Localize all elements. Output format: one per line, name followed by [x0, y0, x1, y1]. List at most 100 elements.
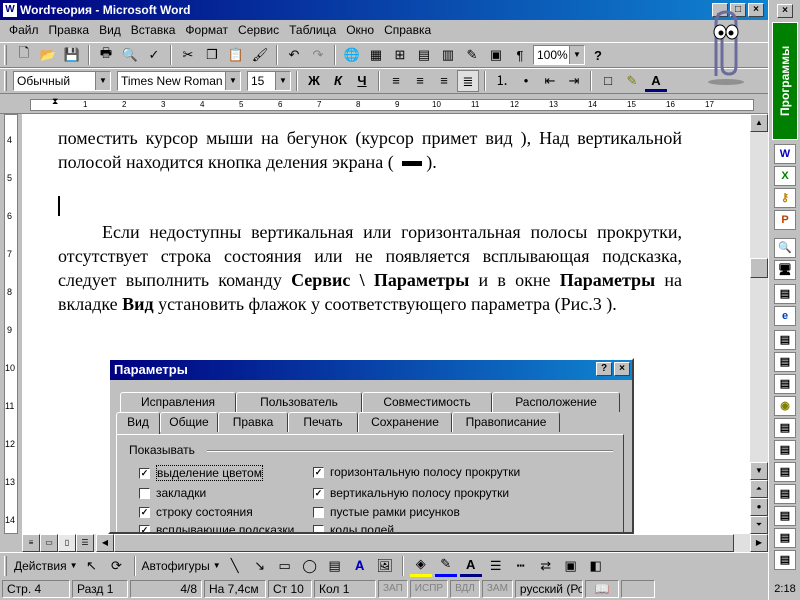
word-shortcut-icon[interactable]: W — [774, 144, 796, 164]
oval-icon[interactable]: ◯ — [299, 555, 321, 577]
line-color-icon[interactable]: ✎ — [434, 555, 457, 577]
internet-explorer-shortcut-icon[interactable]: e — [774, 306, 796, 326]
scroll-up-icon[interactable]: ▲ — [750, 114, 768, 132]
new-document-icon[interactable]: 🗋 — [13, 44, 35, 66]
tab-print[interactable]: Печать — [288, 412, 358, 432]
help-icon[interactable]: ? — [587, 44, 609, 66]
word-app-icon[interactable]: W — [3, 3, 17, 17]
rectangle-icon[interactable]: ▭ — [274, 555, 296, 577]
excel-shortcut-icon[interactable]: X — [774, 166, 796, 186]
checkbox-box[interactable] — [313, 506, 324, 518]
borders-icon[interactable]: □ — [597, 70, 619, 92]
font-size-select[interactable]: 15 ▼ — [247, 71, 291, 91]
show-formatting-icon[interactable]: ¶ — [509, 44, 531, 66]
tables-borders-icon[interactable]: ▦ — [365, 44, 387, 66]
bold-button[interactable]: Ж — [303, 70, 325, 92]
scroll-right-icon[interactable]: ▶ — [750, 534, 768, 552]
menu-file[interactable]: Файл — [4, 23, 44, 37]
align-center-icon[interactable]: ≡ — [409, 70, 431, 92]
font-color-button[interactable]: A — [645, 70, 667, 92]
text-box-icon[interactable]: ▤ — [324, 555, 346, 577]
font-select[interactable]: Times New Roman ▼ — [117, 71, 241, 91]
paste-icon[interactable]: 📋 — [225, 44, 247, 66]
copy-icon[interactable]: ❐ — [201, 44, 223, 66]
explorer-shortcut-icon[interactable]: 🖥 — [774, 260, 796, 280]
drawing-font-color-button[interactable]: A — [459, 555, 482, 577]
menu-table[interactable]: Таблица — [284, 23, 341, 37]
dialog-close-icon[interactable]: × — [614, 362, 630, 376]
italic-button[interactable]: К — [327, 70, 349, 92]
arrow-style-icon[interactable]: ⇄ — [535, 555, 557, 577]
vertical-scrollbar[interactable]: ▲ ▼ ⏶ ● ⏷ — [750, 114, 768, 534]
status-language[interactable]: русский (Ро — [514, 580, 583, 598]
checkbox-box[interactable]: ✓ — [139, 524, 150, 532]
status-extend[interactable]: ВДЛ — [450, 580, 480, 598]
access-shortcut-icon[interactable]: ⚷ — [774, 188, 796, 208]
chevron-down-icon[interactable]: ▼ — [70, 561, 78, 570]
menu-tools[interactable]: Сервис — [233, 23, 284, 37]
numbering-icon[interactable]: ⒈ — [491, 70, 513, 92]
normal-view-icon[interactable]: ≡ — [22, 534, 40, 552]
decrease-indent-icon[interactable]: ⇤ — [539, 70, 561, 92]
menu-insert[interactable]: Вставка — [126, 23, 181, 37]
scroll-left-icon[interactable]: ◀ — [96, 534, 114, 552]
checkbox-box[interactable]: ✓ — [139, 467, 150, 479]
shortcut-folder-icon[interactable]: ▤ — [774, 374, 796, 394]
underline-button[interactable]: Ч — [351, 70, 373, 92]
redo-icon[interactable]: ↷ — [307, 44, 329, 66]
insert-excel-icon[interactable]: ▤ — [413, 44, 435, 66]
line-style-icon[interactable]: ☰ — [485, 555, 507, 577]
cut-icon[interactable]: ✂ — [177, 44, 199, 66]
checkbox-hscroll[interactable]: ✓ горизонтальную полосу прокрутки — [313, 465, 520, 479]
scroll-thumb[interactable] — [114, 534, 734, 552]
dialog-help-icon[interactable]: ? — [596, 362, 612, 376]
save-icon[interactable]: 💾 — [61, 44, 83, 66]
checkbox-picture-placeholders[interactable]: пустые рамки рисунков — [313, 505, 460, 519]
select-browse-object-icon[interactable]: ● — [750, 498, 768, 516]
toolbar-grip[interactable] — [4, 555, 7, 576]
checkbox-field-codes[interactable]: коды полей — [313, 523, 394, 532]
shortcut-folder-icon[interactable]: ▤ — [774, 484, 796, 504]
menu-format[interactable]: Формат — [180, 23, 233, 37]
horizontal-ruler[interactable]: 1 2 3 4 5 6 7 8 9 10 11 12 13 14 15 16 1… — [0, 96, 768, 114]
chevron-down-icon[interactable]: ▼ — [569, 46, 584, 64]
checkbox-box[interactable]: ✓ — [313, 466, 324, 478]
menu-view[interactable]: Вид — [94, 23, 126, 37]
columns-icon[interactable]: ▥ — [437, 44, 459, 66]
drawing-icon[interactable]: ✎ — [461, 44, 483, 66]
dash-style-icon[interactable]: ┅ — [510, 555, 532, 577]
chevron-down-icon[interactable]: ▼ — [213, 561, 221, 570]
powerpoint-shortcut-icon[interactable]: P — [774, 210, 796, 230]
bullets-icon[interactable]: • — [515, 70, 537, 92]
hyperlink-icon[interactable]: 🌐 — [341, 44, 363, 66]
tab-compatibility[interactable]: Совместимость — [362, 392, 492, 412]
align-right-icon[interactable]: ≡ — [433, 70, 455, 92]
vertical-ruler[interactable]: 4 5 6 7 8 9 10 11 12 13 14 — [0, 114, 22, 534]
checkbox-vscroll[interactable]: ✓ вертикальную полосу прокрутки — [313, 486, 509, 500]
zoom-select[interactable]: 100% ▼ — [533, 45, 585, 65]
checkbox-box[interactable]: ✓ — [139, 506, 150, 518]
menu-edit[interactable]: Правка — [44, 23, 95, 37]
highlight-icon[interactable]: ✎ — [621, 70, 643, 92]
actions-menu[interactable]: Действия — [14, 559, 67, 573]
shortcut-bar-close-icon[interactable]: × — [777, 4, 793, 18]
3d-icon[interactable]: ◧ — [585, 555, 607, 577]
insert-table-icon[interactable]: ⊞ — [389, 44, 411, 66]
checkbox-box[interactable]: ✓ — [313, 487, 324, 499]
tab-save[interactable]: Сохранение — [358, 412, 452, 432]
format-painter-icon[interactable]: 🖌 — [249, 44, 271, 66]
status-track[interactable]: ИСПР — [409, 580, 449, 598]
align-left-icon[interactable]: ≡ — [385, 70, 407, 92]
increase-indent-icon[interactable]: ⇥ — [563, 70, 585, 92]
shortcut-folder-icon[interactable]: ▤ — [774, 352, 796, 372]
menu-window[interactable]: Окно — [341, 23, 379, 37]
tab-view[interactable]: Вид — [116, 412, 160, 434]
checkbox-highlight[interactable]: ✓ выделение цветом — [139, 465, 263, 481]
tab-user[interactable]: Пользователь — [236, 392, 362, 412]
justify-icon[interactable]: ≣ — [457, 70, 479, 92]
shadow-icon[interactable]: ▣ — [560, 555, 582, 577]
print-preview-icon[interactable]: 🔍 — [119, 44, 141, 66]
clip-art-icon[interactable]: 🖼 — [374, 555, 396, 577]
checkbox-screentips[interactable]: ✓ всплывающие подсказки — [139, 523, 294, 532]
status-record[interactable]: ЗАП — [378, 580, 408, 598]
